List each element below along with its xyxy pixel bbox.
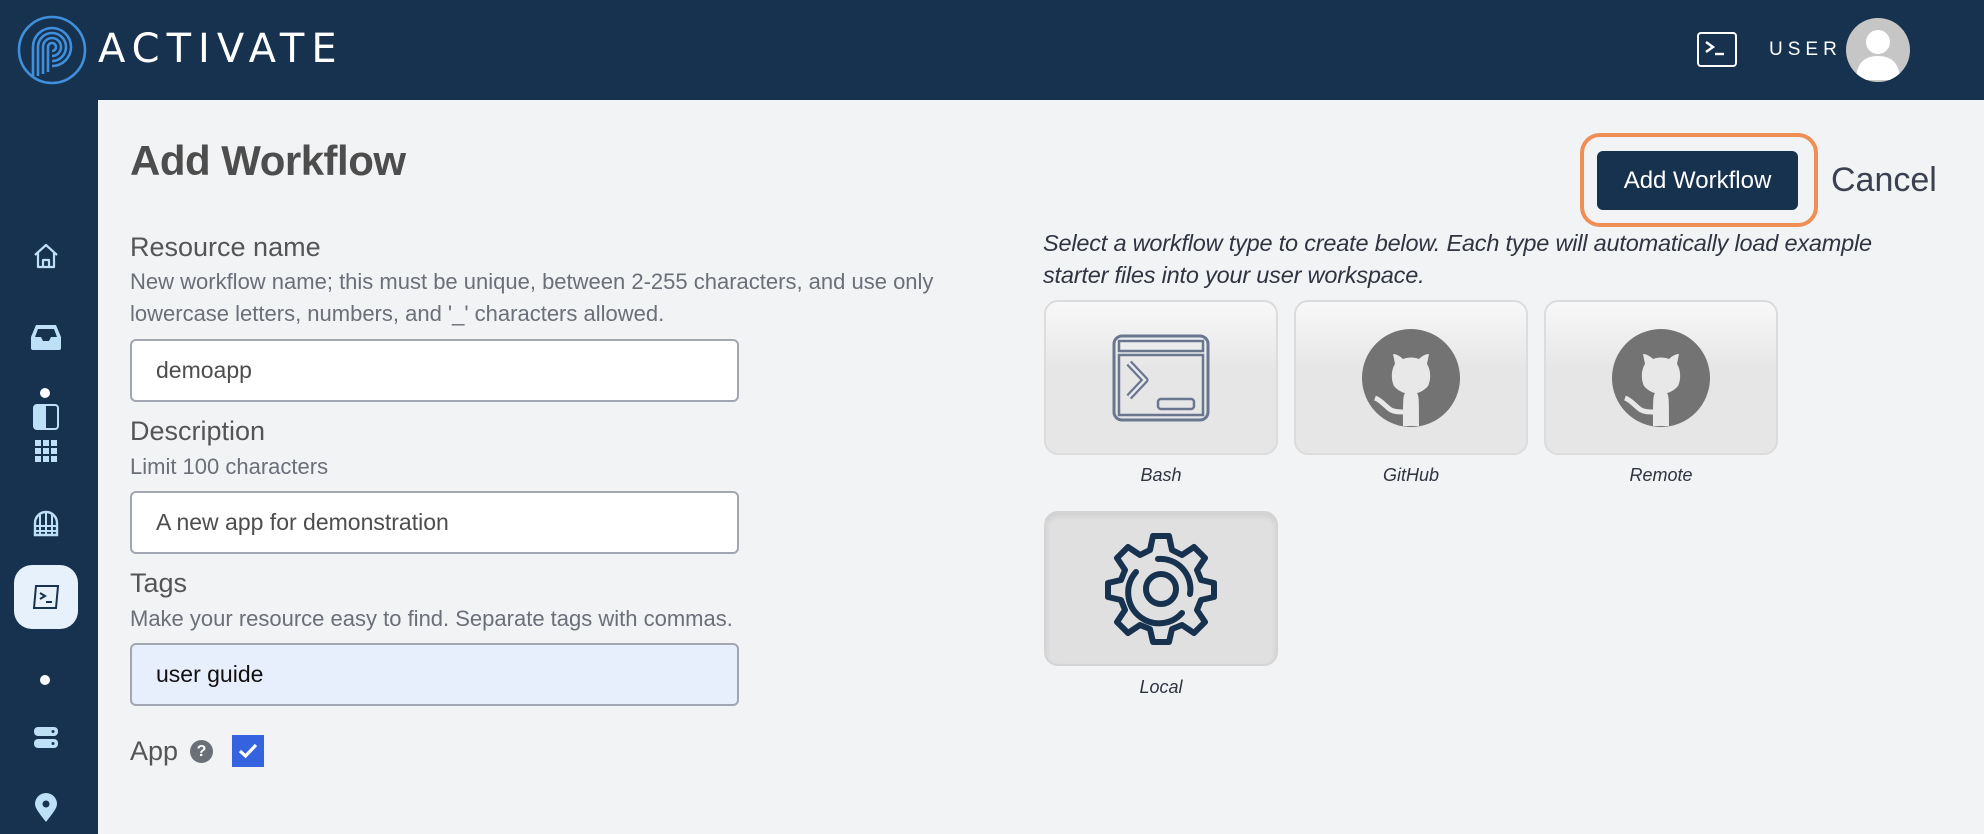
gear-icon bbox=[1105, 532, 1217, 645]
checkmark-icon bbox=[238, 743, 258, 759]
sidebar-separator-dot bbox=[40, 388, 50, 398]
grid-icon bbox=[35, 440, 57, 462]
help-icon[interactable]: ? bbox=[190, 740, 213, 763]
resource-name-input[interactable] bbox=[130, 339, 739, 402]
workflow-type-label: GitHub bbox=[1382, 465, 1440, 485]
sidebar-item-workflows[interactable] bbox=[14, 565, 78, 629]
description-label: Description bbox=[130, 416, 266, 446]
tags-label: Tags bbox=[130, 568, 188, 598]
terminal-icon bbox=[32, 585, 60, 609]
workflow-type-label: Local bbox=[1139, 677, 1183, 697]
user-avatar[interactable] bbox=[1846, 18, 1910, 82]
map-pin-icon bbox=[35, 793, 57, 822]
bash-terminal-icon bbox=[1112, 334, 1210, 421]
top-bar: ACTIVATE USER bbox=[0, 0, 1984, 100]
description-input[interactable] bbox=[130, 491, 739, 554]
user-menu-label[interactable]: USER bbox=[1769, 36, 1842, 64]
activate-logo-icon[interactable] bbox=[16, 14, 88, 86]
workflow-type-label: Bash bbox=[1140, 465, 1182, 485]
app-label: App bbox=[130, 736, 179, 766]
tags-help: Make your resource easy to find. Separat… bbox=[130, 606, 733, 631]
sidebar-item-inbox[interactable] bbox=[14, 305, 78, 369]
brand-name: ACTIVATE bbox=[98, 26, 344, 72]
terminal-icon bbox=[1705, 41, 1724, 56]
home-icon bbox=[34, 243, 58, 269]
resource-name-label: Resource name bbox=[130, 232, 321, 262]
github-icon bbox=[1612, 328, 1710, 427]
cancel-link[interactable]: Cancel bbox=[1831, 158, 1937, 202]
app-checkbox[interactable] bbox=[232, 735, 264, 767]
workflow-type-card-remote[interactable] bbox=[1544, 300, 1778, 455]
sidebar-separator-dot bbox=[40, 675, 50, 685]
sidebar-item-storage[interactable] bbox=[14, 706, 78, 770]
sidebar-item-home[interactable] bbox=[14, 224, 78, 288]
server-icon bbox=[34, 727, 58, 748]
github-icon bbox=[1362, 328, 1460, 427]
add-workflow-button[interactable]: Add Workflow bbox=[1597, 151, 1798, 210]
terminal-button[interactable] bbox=[1697, 32, 1737, 67]
workflow-type-help: Select a workflow type to create below. … bbox=[1043, 230, 1872, 288]
inbox-icon bbox=[31, 325, 61, 350]
page-title: Add Workflow bbox=[130, 137, 406, 184]
sidebar-item-locations[interactable] bbox=[14, 776, 78, 834]
sidebar bbox=[0, 100, 98, 834]
resource-name-help: New workflow name; this must be unique, … bbox=[130, 269, 934, 326]
avatar-icon bbox=[1856, 30, 1900, 80]
workflow-type-card-bash[interactable] bbox=[1044, 300, 1278, 455]
sidebar-item-apps[interactable] bbox=[14, 419, 78, 483]
workflow-type-label: Remote bbox=[1629, 465, 1693, 485]
tags-input[interactable] bbox=[130, 643, 739, 706]
description-help: Limit 100 characters bbox=[130, 454, 329, 479]
workflow-type-card-github[interactable] bbox=[1294, 300, 1528, 455]
workflow-type-card-local[interactable] bbox=[1044, 511, 1278, 666]
sidebar-item-globe[interactable] bbox=[14, 491, 78, 555]
globe-icon bbox=[33, 510, 59, 537]
